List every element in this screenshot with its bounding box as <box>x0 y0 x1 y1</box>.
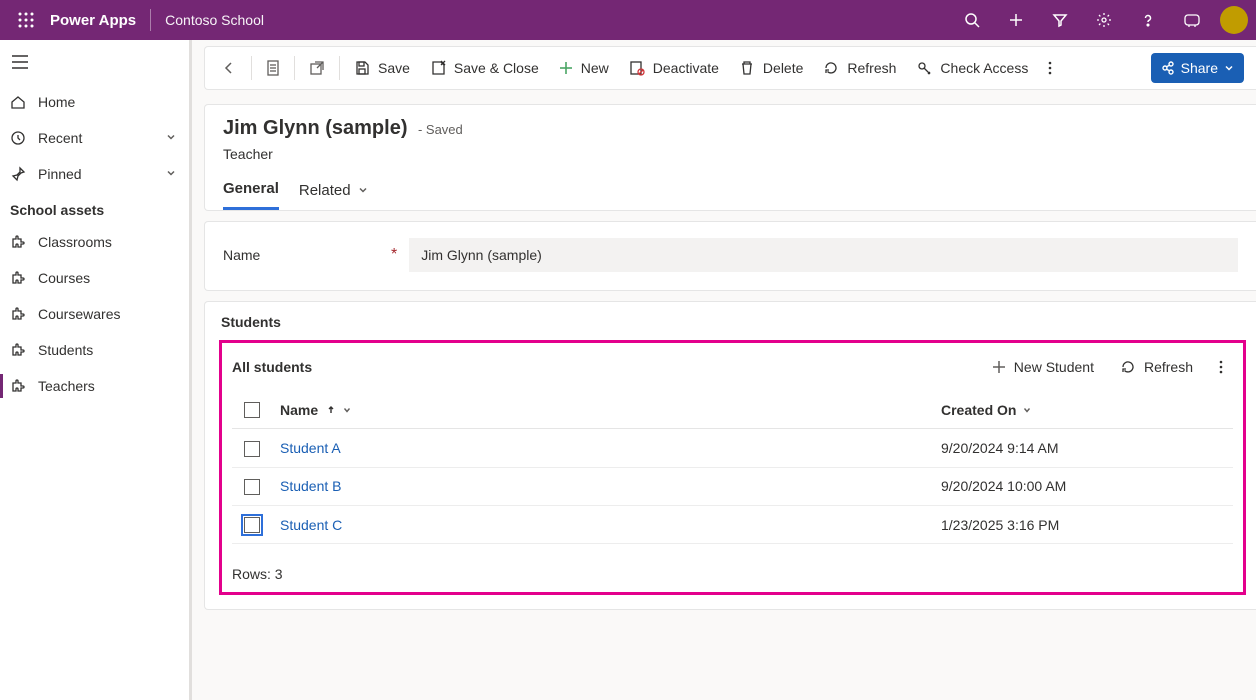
subgrid-highlight-box: All students New Student Refresh <box>219 340 1246 595</box>
subgrid-row-count: Rows: 3 <box>232 566 1233 582</box>
sidebar-item-label: Teachers <box>38 378 95 394</box>
assistant-icon[interactable] <box>1170 0 1214 40</box>
table-row[interactable]: Student C 1/23/2025 3:16 PM <box>232 505 1233 543</box>
form-selector-button[interactable] <box>256 51 290 85</box>
delete-button[interactable]: Delete <box>729 51 813 85</box>
deactivate-button[interactable]: Deactivate <box>619 51 729 85</box>
table-row[interactable]: Student B 9/20/2024 10:00 AM <box>232 467 1233 505</box>
overflow-button[interactable] <box>1038 51 1062 85</box>
select-all-checkbox[interactable] <box>244 402 260 418</box>
sidebar: Home Recent Pinned School assets Classro… <box>0 40 192 700</box>
sidebar-item-coursewares[interactable]: Coursewares <box>0 296 189 332</box>
gear-icon[interactable] <box>1082 0 1126 40</box>
add-icon[interactable] <box>994 0 1038 40</box>
subgrid-view-name[interactable]: All students <box>232 359 312 375</box>
record-save-status: - Saved <box>418 122 463 137</box>
app-name: Contoso School <box>165 12 264 28</box>
puzzle-icon <box>10 306 26 322</box>
back-button[interactable] <box>211 51 247 85</box>
subgrid-section: Students All students New Student Refres… <box>204 301 1256 610</box>
new-button[interactable]: New <box>549 51 619 85</box>
button-label: Save & Close <box>454 60 539 76</box>
cell-created-on: 1/23/2025 3:16 PM <box>933 505 1233 543</box>
sidebar-item-label: Classrooms <box>38 234 112 250</box>
sidebar-item-classrooms[interactable]: Classrooms <box>0 224 189 260</box>
button-label: Save <box>378 60 410 76</box>
row-checkbox[interactable] <box>244 517 260 533</box>
subgrid-refresh-button[interactable]: Refresh <box>1110 351 1203 383</box>
pin-icon <box>10 166 26 182</box>
row-checkbox[interactable] <box>244 479 260 495</box>
sidebar-item-label: Home <box>38 94 75 110</box>
sidebar-item-home[interactable]: Home <box>0 84 189 120</box>
sidebar-item-label: Students <box>38 342 93 358</box>
required-indicator: * <box>391 246 397 264</box>
sidebar-item-recent[interactable]: Recent <box>0 120 189 156</box>
record-link[interactable]: Student A <box>280 440 341 456</box>
column-header-name[interactable]: Name <box>272 391 933 429</box>
app-launcher-icon[interactable] <box>8 0 44 40</box>
filter-icon[interactable] <box>1038 0 1082 40</box>
sidebar-item-label: Coursewares <box>38 306 120 322</box>
name-field[interactable] <box>409 238 1238 272</box>
share-button[interactable]: Share <box>1151 53 1244 83</box>
record-title: Jim Glynn (sample) <box>223 117 408 139</box>
topbar-divider <box>150 9 151 31</box>
puzzle-icon <box>10 378 26 394</box>
button-label: Delete <box>763 60 803 76</box>
avatar[interactable] <box>1220 6 1248 34</box>
home-icon <box>10 94 26 110</box>
subgrid-section-title: Students <box>221 314 1246 330</box>
save-and-close-button[interactable]: Save & Close <box>420 51 549 85</box>
search-icon[interactable] <box>950 0 994 40</box>
subgrid-overflow-button[interactable] <box>1209 351 1233 383</box>
chevron-down-icon <box>165 130 177 146</box>
tab-label: Related <box>299 182 351 199</box>
button-label: Deactivate <box>653 60 719 76</box>
button-label: New Student <box>1014 359 1094 375</box>
brand-label: Power Apps <box>50 12 136 29</box>
cell-created-on: 9/20/2024 10:00 AM <box>933 467 1233 505</box>
help-icon[interactable] <box>1126 0 1170 40</box>
sidebar-item-students[interactable]: Students <box>0 332 189 368</box>
sidebar-group-label: School assets <box>0 192 189 224</box>
record-link[interactable]: Student C <box>280 517 342 533</box>
open-new-window-button[interactable] <box>299 51 335 85</box>
sidebar-item-label: Pinned <box>38 166 82 182</box>
tab-related[interactable]: Related <box>299 180 369 210</box>
record-link[interactable]: Student B <box>280 478 342 494</box>
refresh-button[interactable]: Refresh <box>813 51 906 85</box>
subgrid-new-button[interactable]: New Student <box>982 351 1104 383</box>
button-label: Refresh <box>847 60 896 76</box>
tab-general[interactable]: General <box>223 180 279 210</box>
puzzle-icon <box>10 234 26 250</box>
clock-icon <box>10 130 26 146</box>
button-label: Check Access <box>940 60 1028 76</box>
form-section: Name * <box>204 221 1256 291</box>
column-header-created-on[interactable]: Created On <box>933 391 1233 429</box>
row-checkbox[interactable] <box>244 441 260 457</box>
button-label: New <box>581 60 609 76</box>
command-bar: Save Save & Close New Deactivate Delete … <box>204 46 1256 90</box>
field-label-name: Name <box>223 247 391 263</box>
table-row[interactable]: Student A 9/20/2024 9:14 AM <box>232 429 1233 467</box>
save-button[interactable]: Save <box>344 51 420 85</box>
puzzle-icon <box>10 342 26 358</box>
sidebar-item-label: Courses <box>38 270 90 286</box>
button-label: Share <box>1181 60 1218 76</box>
sidebar-item-teachers[interactable]: Teachers <box>0 368 189 404</box>
button-label: Refresh <box>1144 359 1193 375</box>
sidebar-toggle[interactable] <box>0 40 189 84</box>
record-entity-label: Teacher <box>223 146 1238 162</box>
sidebar-item-pinned[interactable]: Pinned <box>0 156 189 192</box>
record-header: Jim Glynn (sample) - Saved Teacher Gener… <box>204 104 1256 211</box>
sidebar-item-label: Recent <box>38 130 82 146</box>
puzzle-icon <box>10 270 26 286</box>
cell-created-on: 9/20/2024 9:14 AM <box>933 429 1233 467</box>
check-access-button[interactable]: Check Access <box>906 51 1038 85</box>
chevron-down-icon <box>165 166 177 182</box>
sidebar-item-courses[interactable]: Courses <box>0 260 189 296</box>
subgrid-table: Name Created On <box>232 391 1233 544</box>
